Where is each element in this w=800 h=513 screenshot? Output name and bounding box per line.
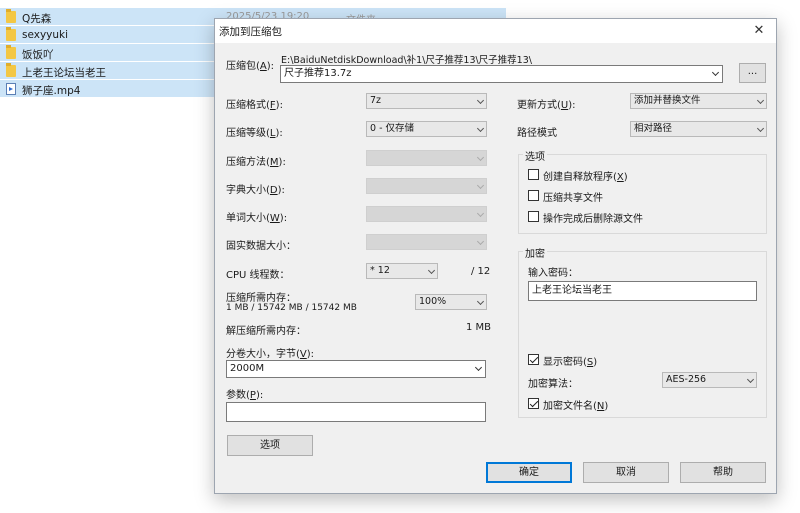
folder-icon: [6, 63, 16, 77]
encryption-method-label: 加密算法：: [528, 379, 578, 390]
method-select: [366, 150, 487, 166]
sfx-checkbox[interactable]: [528, 169, 539, 180]
mem-compress-label: 压缩所需内存：: [226, 293, 296, 304]
format-select[interactable]: 7z: [366, 93, 487, 109]
level-select[interactable]: 0 - 仅存储: [366, 121, 487, 137]
encrypt-names-checkbox[interactable]: [528, 398, 539, 409]
shared-files-label[interactable]: 压缩共享文件: [543, 189, 603, 204]
title-bar: 添加到压缩包 ✕: [215, 19, 776, 43]
file-name: sexyyuki: [22, 29, 69, 41]
path-mode-value: 相对路径: [634, 123, 673, 134]
show-password-checkbox[interactable]: [528, 354, 539, 365]
solid-select: [366, 234, 487, 250]
mem-usage-value: 100%: [419, 296, 447, 307]
mem-decompress-label: 解压缩所需内存：: [226, 326, 306, 337]
threads-value: * 12: [370, 265, 390, 276]
word-label: 单词大小(W):: [226, 213, 288, 224]
options-button[interactable]: 选项: [227, 435, 313, 456]
params-label: 参数(P):: [226, 390, 264, 401]
volume-size-value: 2000M: [230, 363, 265, 374]
sfx-label[interactable]: 创建自释放程序(X): [543, 168, 628, 183]
solid-label: 固实数据大小：: [226, 241, 296, 252]
chevron-down-icon: [476, 124, 485, 133]
volume-size-combo[interactable]: 2000M: [226, 360, 486, 378]
folder-icon: [6, 27, 16, 41]
archive-name-value: 尺子推荐13.7z: [284, 68, 352, 79]
chevron-down-icon: [476, 237, 485, 246]
update-mode-select[interactable]: 添加并替换文件: [630, 93, 767, 109]
chevron-down-icon: [756, 96, 765, 105]
folder-icon: [6, 9, 16, 23]
mem-decompress-value: 1 MB: [466, 322, 492, 333]
archive-name-combo[interactable]: 尺子推荐13.7z: [280, 65, 723, 83]
level-value: 0 - 仅存储: [370, 123, 415, 134]
encryption-group: 加密 输入密码： 上老王论坛当老王 显示密码(S) 加密算法： AES-256 …: [518, 245, 767, 418]
browse-button[interactable]: ...: [739, 63, 766, 83]
chevron-down-icon[interactable]: [474, 363, 483, 372]
ok-button[interactable]: 确定: [486, 462, 572, 483]
threads-max: / 12: [471, 266, 491, 277]
chevron-down-icon: [476, 297, 485, 306]
path-mode-select[interactable]: 相对路径: [630, 121, 767, 137]
delete-after-label[interactable]: 操作完成后删除源文件: [543, 210, 643, 225]
format-label: 压缩格式(F):: [226, 100, 283, 111]
password-input[interactable]: 上老王论坛当老王: [528, 281, 757, 301]
chevron-down-icon: [476, 209, 485, 218]
show-password-label[interactable]: 显示密码(S): [543, 353, 597, 368]
help-button[interactable]: 帮助: [680, 462, 766, 483]
method-label: 压缩方法(M):: [226, 157, 286, 168]
encryption-group-title: 加密: [523, 245, 547, 260]
file-name: 上老王论坛当老王: [22, 67, 106, 79]
chevron-down-icon: [476, 96, 485, 105]
archive-path: E:\BaiduNetdiskDownload\补1\尺子推荐13\尺子推荐13…: [281, 55, 532, 66]
chevron-down-icon: [427, 266, 436, 275]
update-mode-label: 更新方式(U):: [517, 100, 576, 111]
threads-select[interactable]: * 12: [366, 263, 438, 279]
close-icon[interactable]: ✕: [748, 20, 770, 42]
chevron-down-icon: [476, 153, 485, 162]
format-value: 7z: [370, 95, 382, 106]
dict-select: [366, 178, 487, 194]
add-to-archive-dialog: 添加到压缩包 ✕ 压缩包(A): E:\BaiduNetdiskDownload…: [214, 18, 777, 494]
cancel-button[interactable]: 取消: [583, 462, 669, 483]
archive-label: 压缩包(A):: [226, 61, 275, 72]
file-name: 狮子座.mp4: [22, 85, 81, 97]
shared-files-checkbox[interactable]: [528, 190, 539, 201]
path-mode-label: 路径模式: [517, 128, 557, 139]
options-group-title: 选项: [523, 148, 547, 163]
password-label: 输入密码：: [528, 268, 578, 279]
level-label: 压缩等级(L):: [226, 128, 283, 139]
mem-compress-detail: 1 MB / 15742 MB / 15742 MB: [226, 303, 357, 313]
params-input[interactable]: [226, 402, 486, 422]
mem-usage-select[interactable]: 100%: [415, 294, 487, 310]
file-name: Q先森: [22, 13, 52, 25]
word-select: [366, 206, 487, 222]
options-group: 选项 创建自释放程序(X) 压缩共享文件 操作完成后删除源文件: [518, 148, 767, 234]
encryption-method-value: AES-256: [666, 374, 707, 385]
encryption-method-select[interactable]: AES-256: [662, 372, 757, 388]
encrypt-names-label[interactable]: 加密文件名(N): [543, 397, 608, 412]
chevron-down-icon: [756, 124, 765, 133]
dialog-title: 添加到压缩包: [219, 26, 282, 38]
dict-label: 字典大小(D):: [226, 185, 285, 196]
volume-label: 分卷大小，字节(V):: [226, 349, 315, 360]
video-file-icon: [6, 83, 16, 95]
chevron-down-icon: [476, 181, 485, 190]
folder-icon: [6, 45, 16, 59]
chevron-down-icon[interactable]: [711, 68, 720, 77]
update-mode-value: 添加并替换文件: [634, 95, 701, 106]
chevron-down-icon: [746, 375, 755, 384]
delete-after-checkbox[interactable]: [528, 211, 539, 222]
threads-label: CPU 线程数：: [226, 270, 290, 281]
file-name: 饭饭吖: [22, 49, 54, 61]
